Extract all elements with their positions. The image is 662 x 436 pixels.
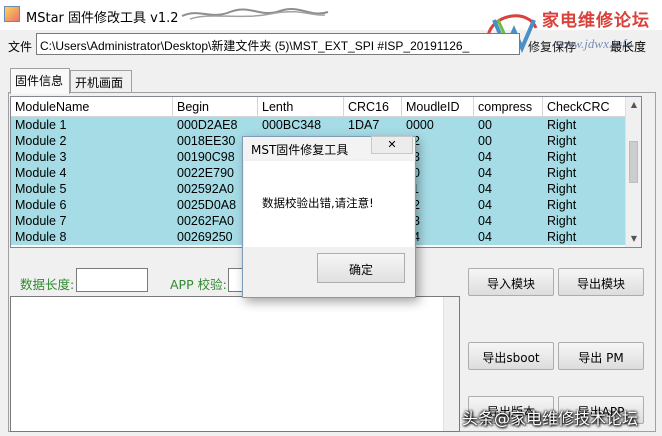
table-row[interactable]: Module 1 000D2AE8 000BC348 1DA7 0000 00 Right <box>11 117 627 133</box>
tab-boot-logo[interactable]: 开机画面 <box>70 70 132 92</box>
log-scrollbar[interactable] <box>443 297 459 431</box>
table-cell: Right <box>547 150 577 164</box>
repair-save-button[interactable]: 修复保存 <box>528 38 576 55</box>
table-cell: Module 7 <box>15 214 67 228</box>
table-cell: Right <box>547 214 577 228</box>
table-cell: 04 <box>478 198 492 212</box>
scroll-thumb[interactable] <box>629 141 638 183</box>
app-check-label: APP 校验: <box>170 277 227 292</box>
table-header: ModuleName Begin Lenth CRC16 MoudleID co… <box>11 97 631 117</box>
table-cell: Right <box>547 230 577 244</box>
table-scrollbar[interactable]: ▲ ▼ <box>625 97 641 247</box>
table-cell: 00 <box>478 134 492 148</box>
table-cell: 000D2AE8 <box>177 118 238 132</box>
scroll-down-arrow-icon[interactable]: ▼ <box>626 231 641 247</box>
log-textarea[interactable] <box>10 296 460 432</box>
tab-firmware-info[interactable]: 固件信息 <box>10 68 70 94</box>
window-title: MStar 固件修改工具 v1.2 <box>26 11 179 26</box>
close-icon[interactable]: ✕ <box>371 136 413 154</box>
table-cell: 04 <box>478 214 492 228</box>
table-cell: Module 3 <box>15 150 67 164</box>
table-cell: 04 <box>478 166 492 180</box>
table-cell: 04 <box>478 150 492 164</box>
table-cell: 04 <box>478 230 492 244</box>
export-pm-button[interactable]: 导出 PM <box>558 342 644 370</box>
column-header[interactable]: MoudleID <box>402 97 474 117</box>
table-cell: Right <box>547 166 577 180</box>
table-cell: Module 5 <box>15 182 67 196</box>
table-cell: Module 2 <box>15 134 67 148</box>
table-cell: 0000 <box>406 118 434 132</box>
table-cell: Right <box>547 134 577 148</box>
export-module-button[interactable]: 导出模块 <box>558 268 644 296</box>
data-length-label: 数据长度: <box>20 277 75 292</box>
table-cell: 1DA7 <box>348 118 380 132</box>
table-cell: Module 6 <box>15 198 67 212</box>
data-length-field[interactable] <box>76 268 148 292</box>
dialog-body: 数据校验出错,请注意! <box>244 161 414 247</box>
column-header[interactable]: CRC16 <box>344 97 402 117</box>
column-header[interactable]: CheckCRC <box>543 97 627 117</box>
table-cell: Module 8 <box>15 230 67 244</box>
footer-watermark: 头条@家电维修技术论坛 <box>462 409 639 428</box>
table-cell: 04 <box>478 182 492 196</box>
logo-brand-text: 家电维修论坛 <box>542 11 650 31</box>
max-length-label: 最长度 <box>610 40 647 54</box>
table-cell: Right <box>547 182 577 196</box>
import-module-button[interactable]: 导入模块 <box>468 268 554 296</box>
scroll-up-arrow-icon[interactable]: ▲ <box>626 97 641 113</box>
column-header[interactable]: ModuleName <box>11 97 173 117</box>
column-header[interactable]: Lenth <box>258 97 344 117</box>
column-header[interactable]: Begin <box>173 97 258 117</box>
dialog-message: 数据校验出错,请注意! <box>262 196 374 210</box>
file-label: 文件 <box>8 40 33 54</box>
redaction-scribble <box>181 8 329 20</box>
table-cell: Right <box>547 198 577 212</box>
error-dialog: MST固件修复工具 ✕ 数据校验出错,请注意! 确定 <box>242 136 416 298</box>
table-cell: Module 4 <box>15 166 67 180</box>
file-path-field[interactable]: C:\Users\Administrator\Desktop\新建文件夹 (5)… <box>36 33 520 55</box>
table-cell: Module 1 <box>15 118 67 132</box>
export-sboot-button[interactable]: 导出sboot <box>468 342 554 370</box>
ok-button[interactable]: 确定 <box>317 253 405 283</box>
table-cell: Right <box>547 118 577 132</box>
table-cell: 00 <box>478 118 492 132</box>
app-icon <box>4 6 20 22</box>
table-cell: 000BC348 <box>262 118 322 132</box>
column-header[interactable]: compress <box>474 97 543 117</box>
